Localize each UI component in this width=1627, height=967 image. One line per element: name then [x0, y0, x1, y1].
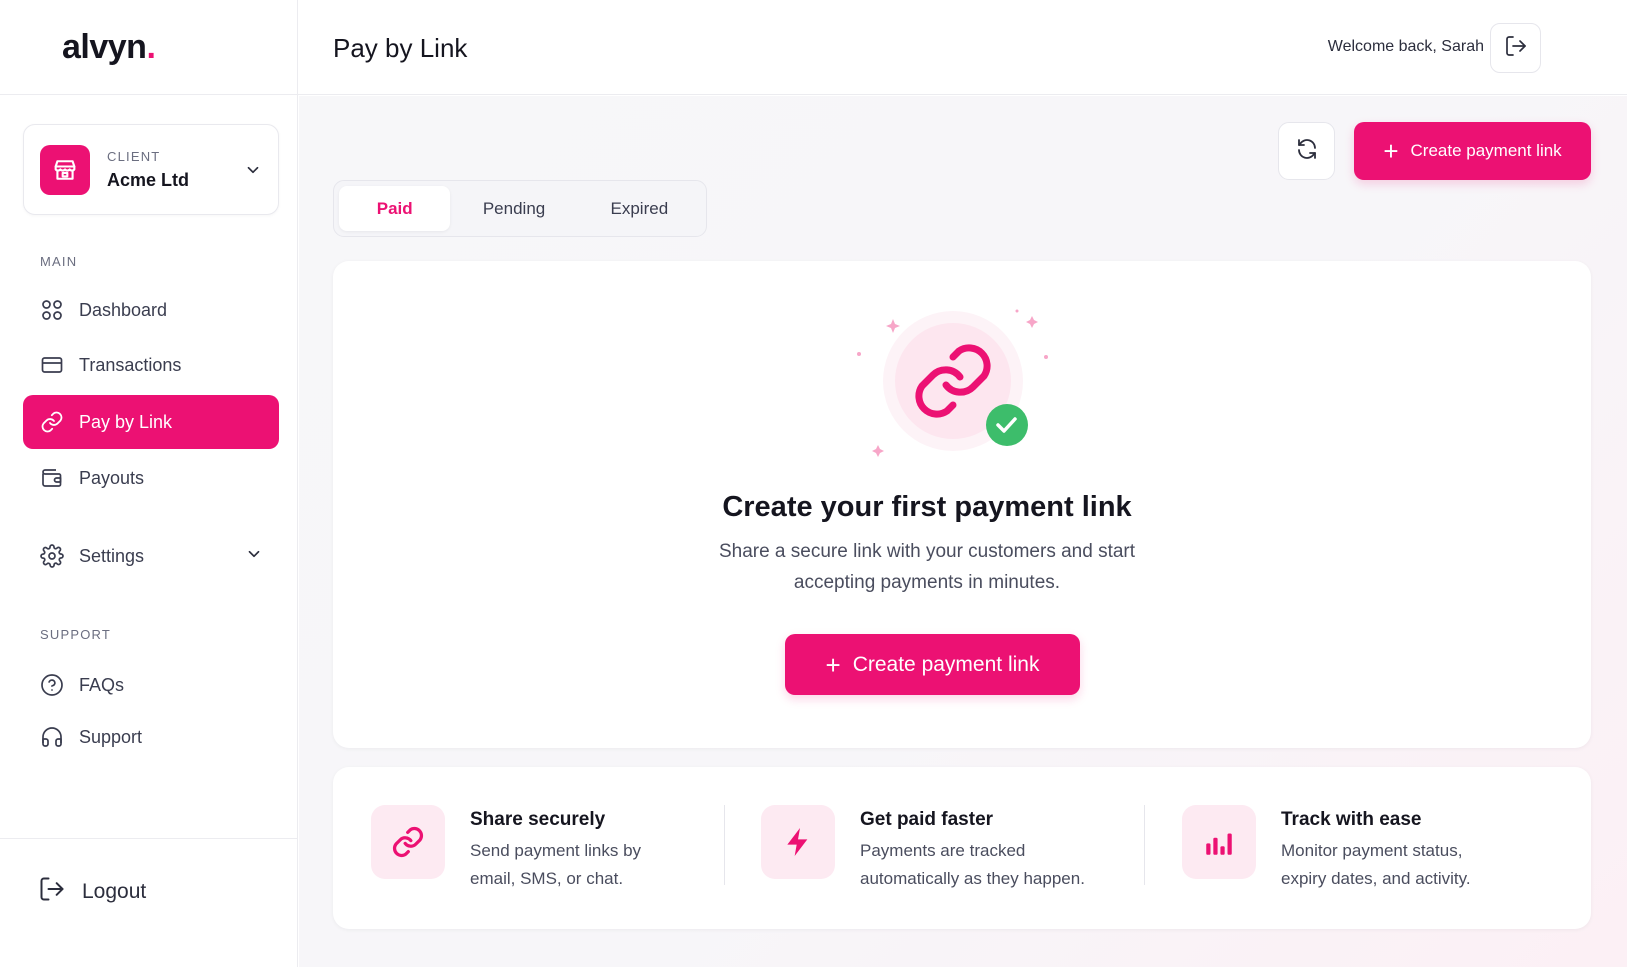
feature-get-paid-faster: Get paid faster Payments are tracked aut…	[761, 805, 1105, 893]
create-payment-link-label: Create payment link	[1410, 141, 1562, 160]
sidebar-footer: Logout	[0, 838, 298, 967]
lightning-icon	[761, 805, 835, 879]
feature-description: Send payment links by email, SMS, or cha…	[470, 841, 642, 888]
support-section-label: SUPPORT	[40, 627, 112, 642]
plus-icon: +	[825, 649, 841, 680]
headphones-icon	[39, 724, 65, 750]
empty-state-description: Share a secure link with your customers …	[718, 541, 1136, 593]
status-tabs: Paid Pending Expired	[333, 180, 707, 237]
feature-divider	[1144, 805, 1145, 885]
create-payment-link-label: Create payment link	[852, 652, 1040, 676]
logout-icon	[38, 875, 66, 909]
sidebar: alvyn. CLIENT Acme Ltd MAIN Dashboard Tr…	[0, 0, 298, 967]
empty-state-card: Create your first payment link Share a s…	[333, 261, 1591, 748]
logout-icon	[1504, 34, 1528, 63]
refresh-icon	[1295, 137, 1319, 166]
wallet-icon	[39, 465, 65, 491]
feature-divider	[724, 805, 725, 885]
link-icon	[39, 409, 65, 435]
empty-state-title: Create your first payment link	[722, 491, 1132, 523]
feature-title: Get paid faster	[860, 809, 994, 830]
logo-area: alvyn.	[0, 0, 297, 95]
sidebar-item-label: FAQs	[79, 674, 125, 695]
link-illustration	[857, 309, 1048, 457]
tab-expired[interactable]: Expired	[578, 186, 701, 231]
credit-card-icon	[39, 352, 65, 378]
feature-track-with-ease: Track with ease Monitor payment status, …	[1182, 805, 1496, 893]
header-logout-button[interactable]	[1490, 23, 1541, 73]
question-circle-icon	[39, 672, 65, 698]
logout-label: Logout	[82, 880, 147, 903]
bar-chart-icon	[1182, 805, 1256, 879]
sidebar-item-label: Transactions	[79, 354, 182, 375]
topbar: Pay by Link Welcome back, Sarah	[298, 0, 1627, 95]
sidebar-item-payouts[interactable]: Payouts	[23, 451, 279, 505]
plus-icon: +	[1383, 136, 1399, 166]
sidebar-item-faqs[interactable]: FAQs	[23, 658, 279, 712]
client-caption: CLIENT	[107, 148, 161, 164]
gear-icon	[39, 543, 65, 569]
refresh-button[interactable]	[1278, 122, 1335, 180]
sidebar-item-label: Support	[79, 726, 143, 747]
main-content: + Create payment link Paid Pending Expir…	[299, 96, 1627, 967]
chevron-down-icon	[245, 545, 263, 568]
sidebar-item-dashboard[interactable]: Dashboard	[23, 283, 279, 337]
feature-description: Payments are tracked automatically as th…	[860, 841, 1085, 888]
sidebar-item-label: Pay by Link	[79, 411, 173, 432]
feature-title: Share securely	[470, 809, 606, 830]
sidebar-item-settings[interactable]: Settings	[23, 529, 279, 583]
page-title: Pay by Link	[333, 33, 468, 63]
logout-button[interactable]: Logout	[38, 875, 146, 909]
store-icon	[40, 144, 90, 195]
grid-icon	[39, 297, 65, 323]
link-icon	[371, 805, 445, 879]
client-name: Acme Ltd	[107, 169, 190, 190]
sidebar-item-label: Dashboard	[79, 299, 168, 320]
brand-logo[interactable]: alvyn.	[62, 28, 156, 67]
sidebar-item-pay-by-link[interactable]: Pay by Link	[23, 395, 279, 449]
sidebar-item-label: Settings	[79, 545, 145, 566]
create-first-payment-link-button[interactable]: + Create payment link	[785, 634, 1080, 695]
feature-share-securely: Share securely Send payment links by ema…	[371, 805, 650, 893]
tab-paid[interactable]: Paid	[339, 186, 451, 231]
sidebar-item-transactions[interactable]: Transactions	[23, 338, 279, 392]
main-section-label: MAIN	[40, 254, 78, 269]
sidebar-item-label: Payouts	[79, 467, 145, 488]
sidebar-item-support[interactable]: Support	[23, 710, 279, 764]
create-payment-link-button[interactable]: + Create payment link	[1354, 122, 1591, 180]
tab-pending[interactable]: Pending	[450, 186, 577, 231]
welcome-message: Welcome back, Sarah	[1327, 38, 1484, 55]
client-selector[interactable]: CLIENT Acme Ltd	[23, 124, 279, 215]
feature-description: Monitor payment status, expiry dates, an…	[1281, 841, 1471, 888]
feature-title: Track with ease	[1281, 809, 1422, 830]
chevron-down-icon	[244, 161, 262, 184]
features-card: Share securely Send payment links by ema…	[333, 767, 1591, 929]
